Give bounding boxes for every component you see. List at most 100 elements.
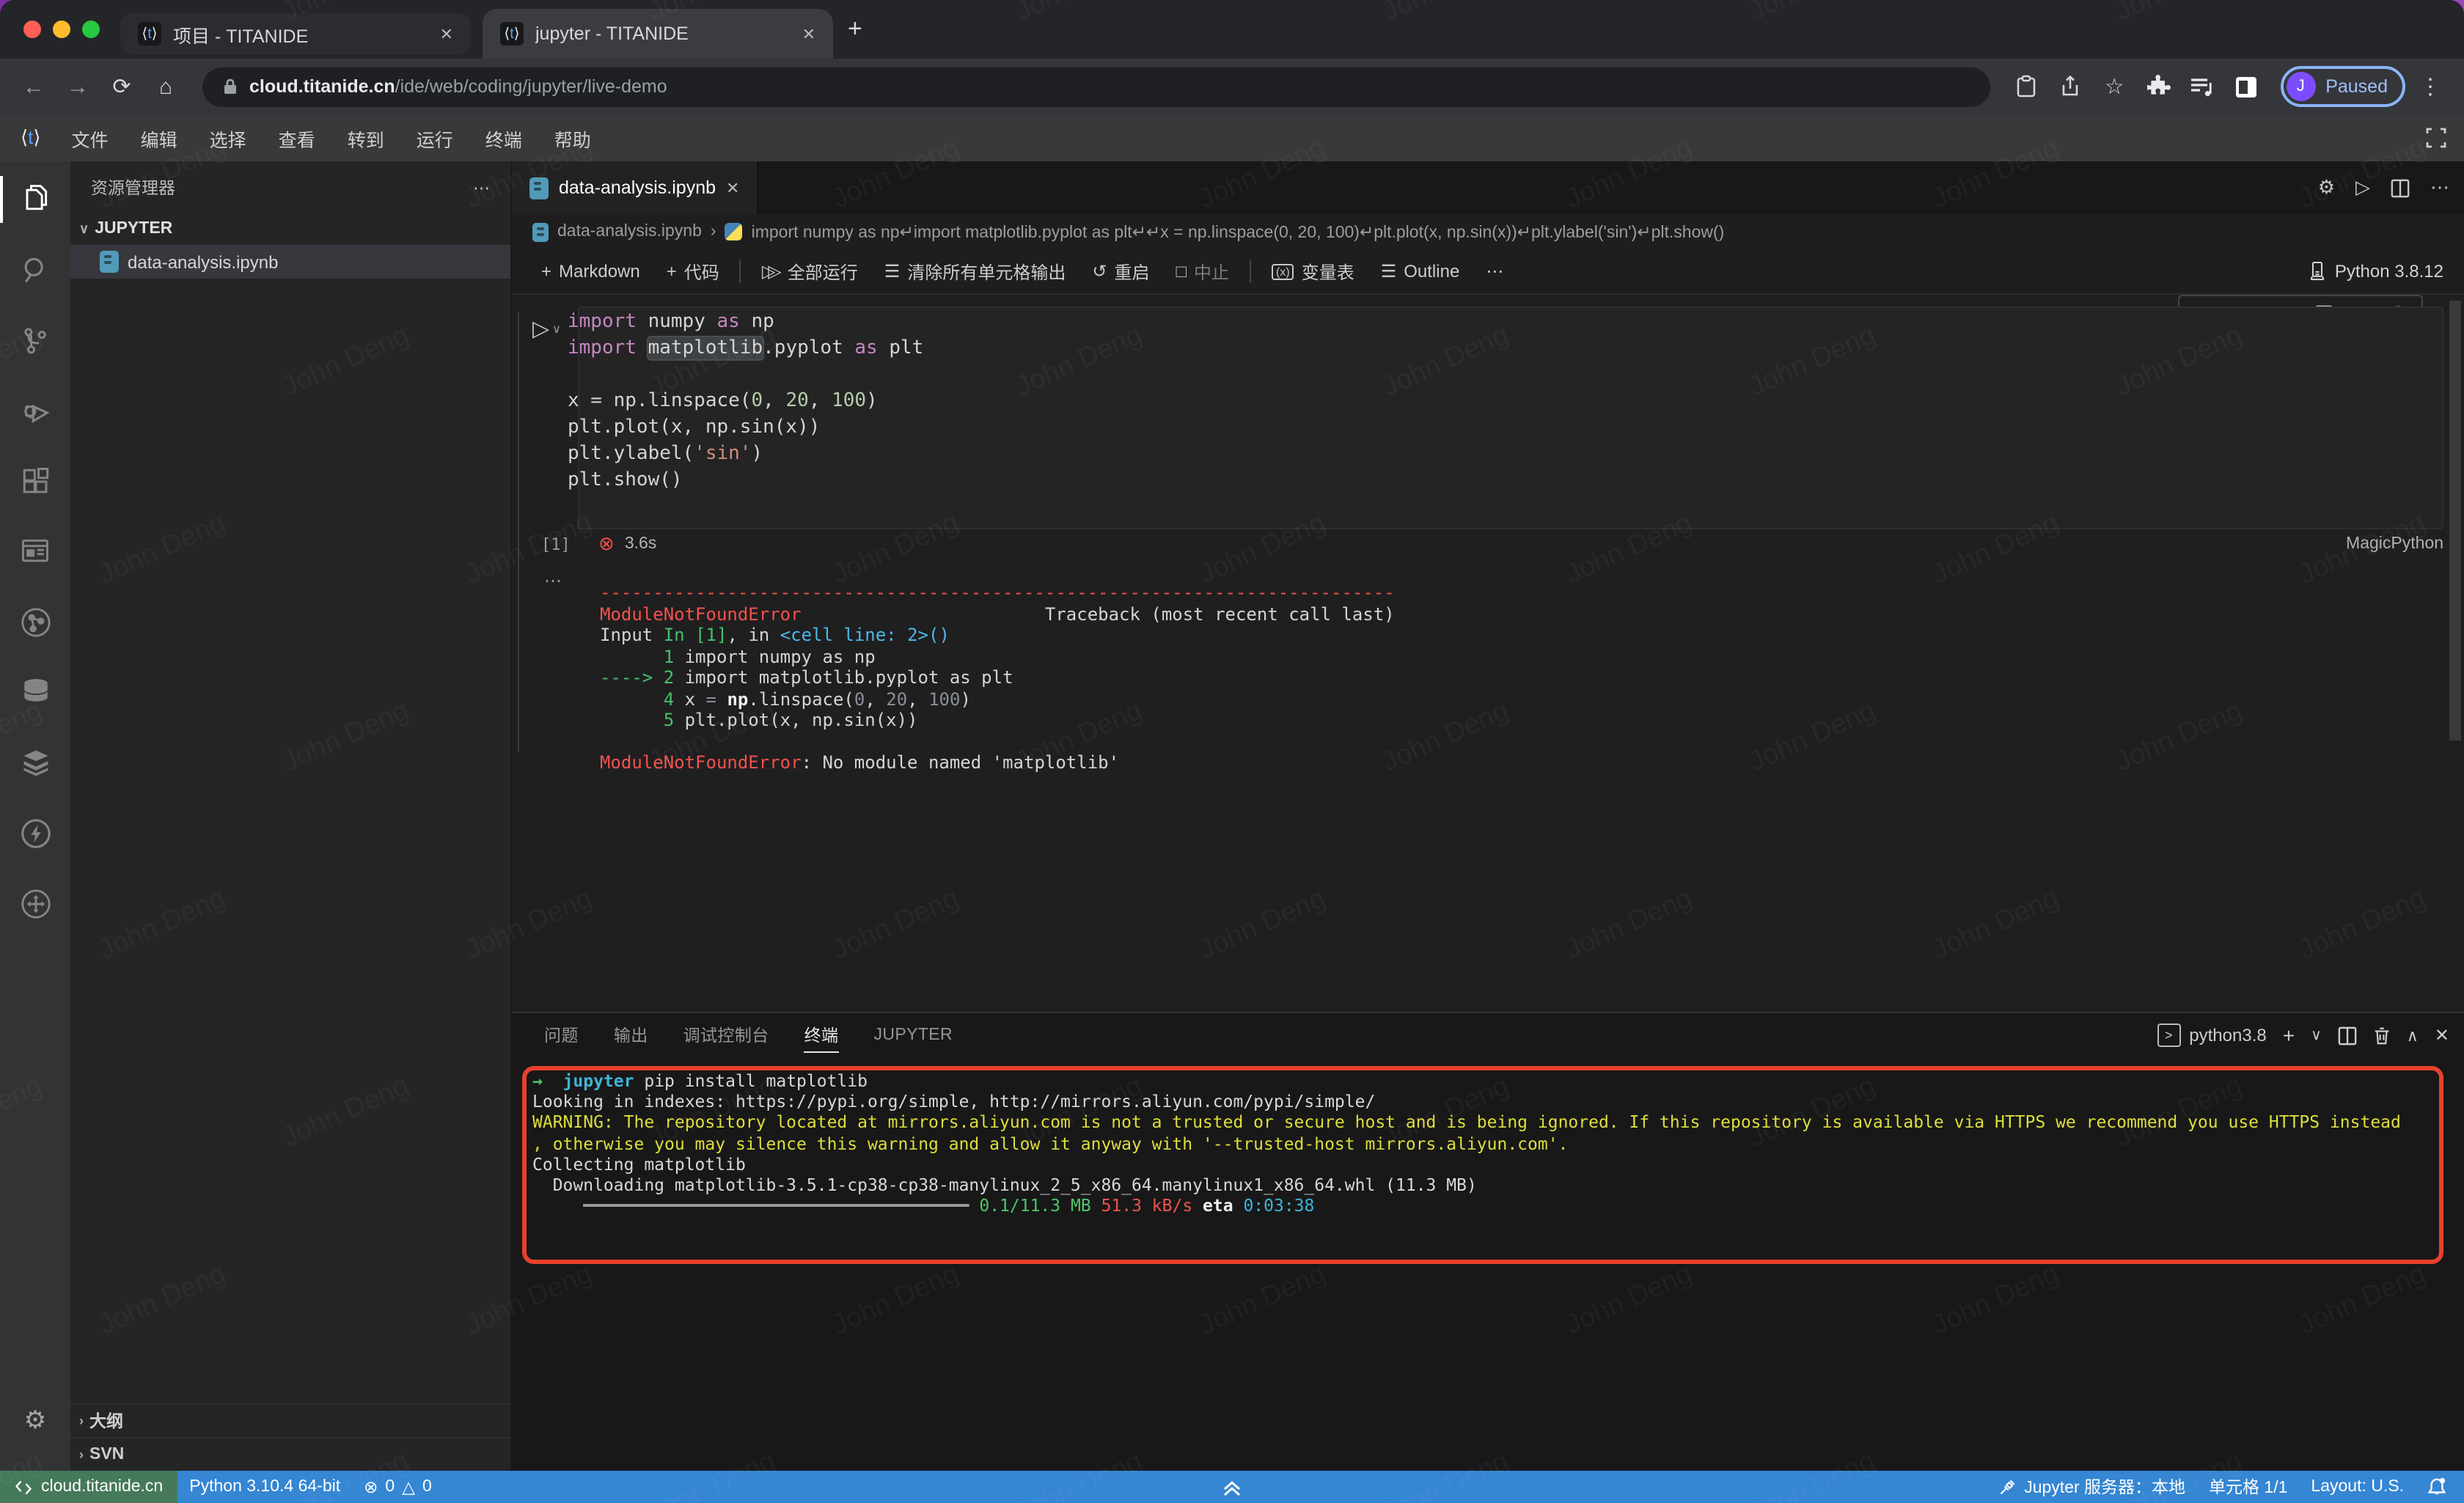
variables-button[interactable]: (x)变量表 bbox=[1260, 259, 1366, 284]
panel-header: 问题 输出 调试控制台 终端 JUPYTER > python3.8 + ∨ bbox=[512, 1013, 2464, 1057]
breadcrumb-file[interactable]: data-analysis.ipynb bbox=[557, 223, 702, 240]
menu-run[interactable]: 运行 bbox=[400, 124, 469, 152]
menu-goto[interactable]: 转到 bbox=[331, 124, 400, 152]
browser-tab-jupyter[interactable]: ⟨t⟩ jupyter - TITANIDE ✕ bbox=[483, 9, 833, 59]
panel-tab-terminal[interactable]: 终端 bbox=[787, 1013, 857, 1057]
new-terminal-icon[interactable]: + bbox=[2283, 1024, 2295, 1047]
panel-tab-jupyter[interactable]: JUPYTER bbox=[856, 1013, 970, 1057]
database-icon[interactable] bbox=[0, 657, 70, 727]
sidebar-actions-icon[interactable]: ⋯ bbox=[473, 177, 490, 197]
python-version[interactable]: Python 3.10.4 64-bit bbox=[177, 1478, 352, 1496]
redis-stack-icon[interactable] bbox=[0, 727, 70, 798]
jupyter-server-status[interactable]: Jupyter 服务器：本地 bbox=[1987, 1475, 2197, 1499]
panel-tab-debug-console[interactable]: 调试控制台 bbox=[666, 1013, 787, 1057]
side-panel-icon[interactable] bbox=[2227, 76, 2265, 98]
home-icon[interactable]: ⌂ bbox=[147, 74, 185, 99]
close-panel-icon[interactable]: ✕ bbox=[2435, 1025, 2449, 1046]
interrupt-button[interactable]: □中止 bbox=[1165, 259, 1242, 284]
kernel-picker[interactable]: Python 3.8.12 bbox=[2309, 261, 2443, 282]
extensions-icon[interactable] bbox=[0, 446, 70, 516]
cell-code[interactable]: import numpy as npimport matplotlib.pypl… bbox=[568, 309, 923, 494]
terminal-body[interactable]: → jupyter pip install matplotlibLooking … bbox=[512, 1057, 2464, 1471]
menu-edit[interactable]: 编辑 bbox=[125, 124, 194, 152]
bookmark-star-icon[interactable]: ☆ bbox=[2095, 73, 2133, 100]
notebook-settings-gear-icon[interactable]: ⚙ bbox=[2318, 176, 2335, 199]
close-editor-tab-icon[interactable]: ✕ bbox=[726, 178, 739, 197]
reload-icon[interactable]: ⟳ bbox=[103, 73, 141, 100]
new-tab-button[interactable]: + bbox=[848, 15, 862, 44]
menu-selection[interactable]: 选择 bbox=[194, 124, 263, 152]
browser-menu-icon[interactable]: ⋮ bbox=[2411, 73, 2449, 100]
editor-tab-notebook[interactable]: data-analysis.ipynb ✕ bbox=[512, 161, 758, 214]
maximize-panel-icon[interactable]: ∧ bbox=[2407, 1026, 2419, 1045]
url-path: /ide/web/coding/jupyter/live-demo bbox=[395, 76, 667, 97]
run-debug-icon[interactable] bbox=[0, 375, 70, 446]
editor-scrollbar[interactable] bbox=[2449, 301, 2461, 741]
close-tab-icon[interactable]: ✕ bbox=[440, 24, 453, 43]
output-gutter-icon[interactable]: ⋯ bbox=[544, 570, 562, 591]
svn-section[interactable]: › SVN bbox=[70, 1437, 510, 1471]
breadcrumb-cell-preview[interactable]: import numpy as np↵import matplotlib.pyp… bbox=[752, 221, 1725, 242]
clipboard-icon[interactable] bbox=[2007, 75, 2045, 98]
problems-indicator[interactable]: ⊗ 0 △ 0 bbox=[352, 1477, 444, 1497]
source-control-icon[interactable] bbox=[0, 305, 70, 375]
address-bar[interactable]: cloud.titanide.cn/ide/web/coding/jupyter… bbox=[202, 67, 1990, 106]
zoom-window-button[interactable] bbox=[82, 21, 100, 38]
kernel-icon bbox=[2309, 261, 2326, 282]
explorer-icon[interactable] bbox=[0, 164, 70, 235]
settings-gear-icon[interactable]: ⚙ bbox=[0, 1386, 70, 1456]
fullscreen-icon[interactable] bbox=[2426, 128, 2446, 148]
editor-more-icon[interactable]: ⋯ bbox=[2430, 176, 2449, 199]
preview-window-icon[interactable] bbox=[0, 516, 70, 587]
terminal-instance[interactable]: > python3.8 bbox=[2157, 1024, 2266, 1047]
terminal-dropdown-icon[interactable]: ∨ bbox=[2311, 1027, 2322, 1043]
remote-indicator[interactable]: cloud.titanide.cn bbox=[0, 1471, 177, 1503]
menu-terminal[interactable]: 终端 bbox=[469, 124, 538, 152]
extensions-puzzle-icon[interactable] bbox=[2139, 75, 2177, 98]
kill-terminal-icon[interactable] bbox=[2373, 1026, 2391, 1045]
cell-position[interactable]: 单元格 1/1 bbox=[2197, 1475, 2299, 1499]
menu-file[interactable]: 文件 bbox=[56, 124, 125, 152]
avatar: J bbox=[2286, 72, 2315, 101]
outline-section[interactable]: › 大纲 bbox=[70, 1403, 510, 1437]
browser-tab-project[interactable]: ⟨t⟩ 项目 - TITANIDE ✕ bbox=[120, 13, 471, 54]
run-all-button[interactable]: ▷▷全部运行 bbox=[750, 259, 870, 284]
minimize-window-button[interactable] bbox=[53, 21, 70, 38]
run-cell-button[interactable]: ▷∨ bbox=[532, 315, 561, 342]
back-icon[interactable]: ← bbox=[15, 74, 53, 99]
compass-arrows-icon[interactable] bbox=[0, 868, 70, 938]
expand-panel-chevrons[interactable] bbox=[1222, 1471, 1242, 1503]
lightning-icon[interactable] bbox=[0, 798, 70, 868]
panel-tab-problems[interactable]: 问题 bbox=[527, 1013, 596, 1057]
git-graph-circle-icon[interactable] bbox=[0, 587, 70, 657]
window-controls[interactable] bbox=[0, 21, 120, 38]
notifications-bell-icon[interactable] bbox=[2416, 1477, 2464, 1497]
notebook-toolbar: +Markdown +代码 ▷▷全部运行 ☰清除所有单元格输出 ↺重启 □中止 … bbox=[512, 249, 2464, 295]
panel-tab-output[interactable]: 输出 bbox=[596, 1013, 666, 1057]
toolbar-more-icon[interactable]: ⋯ bbox=[1474, 261, 1515, 282]
playlist-icon[interactable] bbox=[2183, 76, 2221, 98]
split-terminal-icon[interactable] bbox=[2338, 1026, 2357, 1045]
profile-badge[interactable]: J Paused bbox=[2280, 66, 2405, 107]
close-window-button[interactable] bbox=[23, 21, 41, 38]
keyboard-layout[interactable]: Layout: U.S. bbox=[2299, 1478, 2416, 1496]
breadcrumb[interactable]: data-analysis.ipynb › import numpy as np… bbox=[512, 214, 2464, 249]
terminal-output[interactable]: → jupyter pip install matplotlibLooking … bbox=[532, 1070, 2401, 1216]
close-tab-icon[interactable]: ✕ bbox=[802, 24, 815, 43]
share-icon[interactable] bbox=[2051, 75, 2089, 98]
language-mode[interactable]: MagicPython bbox=[2346, 535, 2443, 553]
workspace-section[interactable]: ∨ JUPYTER bbox=[70, 213, 510, 245]
clear-outputs-button[interactable]: ☰清除所有单元格输出 bbox=[873, 259, 1078, 284]
outline-button[interactable]: ☰Outline bbox=[1369, 261, 1472, 282]
restart-kernel-button[interactable]: ↺重启 bbox=[1080, 259, 1161, 284]
add-markdown-button[interactable]: +Markdown bbox=[529, 261, 652, 282]
cell-focus-bar[interactable] bbox=[518, 312, 519, 752]
forward-icon[interactable]: → bbox=[59, 74, 97, 99]
add-code-button[interactable]: +代码 bbox=[655, 259, 731, 284]
run-all-icon[interactable]: ▷ bbox=[2355, 176, 2370, 199]
search-icon[interactable] bbox=[0, 235, 70, 305]
menu-view[interactable]: 查看 bbox=[263, 124, 331, 152]
menu-help[interactable]: 帮助 bbox=[538, 124, 607, 152]
file-item-notebook[interactable]: data-analysis.ipynb bbox=[70, 245, 510, 279]
split-editor-icon[interactable] bbox=[2391, 178, 2410, 197]
